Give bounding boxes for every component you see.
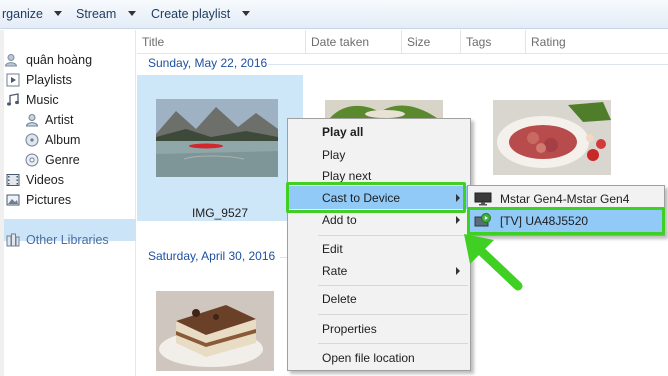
photo-thumbnail-lake[interactable] (156, 99, 278, 177)
navigation-pane: quân hoàng Playlists Music Artist Album (0, 30, 136, 376)
menu-item-open-file-location[interactable]: Open file location (322, 347, 415, 369)
column-header-bar: Title Date taken Size Tags Rating (137, 30, 668, 54)
menu-item-rate[interactable]: Rate (322, 260, 462, 282)
monitor-icon (474, 192, 492, 206)
nav-album-label: Album (45, 133, 81, 147)
create-playlist-label: Create playlist (151, 7, 231, 21)
group-divider (268, 64, 668, 65)
music-note-icon (7, 93, 19, 106)
chevron-down-icon (127, 11, 136, 16)
photo-thumbnail-cake[interactable] (156, 291, 274, 371)
menu-play-next-label: Play next (322, 169, 372, 183)
nav-music-label: Music (26, 93, 59, 107)
command-bar: rganize Stream Create playlist (0, 0, 668, 29)
menu-item-properties[interactable]: Properties (322, 318, 377, 340)
organize-label: rganize (2, 7, 43, 21)
nav-other-libraries-label: Other Libraries (26, 233, 109, 247)
column-size[interactable]: Size (401, 30, 460, 54)
album-disc-icon (25, 133, 39, 147)
photo-thumbnail-meat[interactable] (493, 100, 611, 175)
menu-edit-label: Edit (322, 242, 343, 256)
organize-menu[interactable]: rganize (2, 0, 63, 29)
column-rating[interactable]: Rating (525, 30, 668, 54)
group-header-date: Sunday, May 22, 2016 (148, 56, 268, 70)
column-date-taken[interactable]: Date taken (305, 30, 401, 54)
menu-separator (318, 343, 468, 344)
menu-add-to-label: Add to (322, 213, 357, 227)
group-header-date: Saturday, April 30, 2016 (148, 249, 276, 263)
user-icon (4, 54, 18, 67)
menu-properties-label: Properties (322, 322, 377, 336)
context-menu: Play all Play Play next Cast to Device A… (287, 118, 471, 371)
menu-separator (318, 314, 468, 315)
column-size-label: Size (407, 35, 431, 49)
column-title[interactable]: Title (137, 30, 305, 54)
photo-thumbnail-greens[interactable] (325, 100, 443, 118)
chevron-down-icon (241, 11, 250, 16)
menu-item-play[interactable]: Play (322, 144, 345, 166)
annotation-highlight-box (286, 182, 466, 213)
column-tags[interactable]: Tags (460, 30, 525, 54)
nav-videos-label: Videos (26, 173, 64, 187)
menu-item-play-all[interactable]: Play all (322, 121, 363, 143)
menu-rate-label: Rate (322, 264, 348, 278)
nav-pane-edge (0, 30, 4, 376)
nav-pictures-label: Pictures (26, 193, 72, 207)
picture-icon (6, 194, 20, 206)
menu-item-edit[interactable]: Edit (322, 238, 343, 260)
menu-separator (318, 235, 468, 236)
item-caption: IMG_9527 (191, 206, 249, 220)
menu-separator (318, 285, 468, 286)
menu-open-file-location-label: Open file location (322, 351, 415, 365)
genre-icon (25, 153, 39, 167)
column-title-label: Title (142, 35, 165, 49)
film-icon (6, 174, 20, 186)
stream-label: Stream (76, 7, 117, 21)
stream-menu[interactable]: Stream (76, 0, 136, 29)
artist-icon (25, 114, 39, 127)
libraries-icon (6, 233, 20, 247)
playlist-icon (6, 73, 20, 87)
column-rating-label: Rating (531, 35, 566, 49)
menu-play-label: Play (322, 148, 346, 162)
menu-play-all-label: Play all (322, 125, 364, 139)
nav-user-label: quân hoàng (26, 53, 93, 67)
nav-genre-label: Genre (45, 153, 80, 167)
submenu-arrow-icon (456, 216, 460, 224)
column-date-taken-label: Date taken (311, 35, 370, 49)
menu-delete-label: Delete (322, 292, 357, 306)
nav-artist-label: Artist (45, 113, 74, 127)
column-tags-label: Tags (466, 35, 492, 49)
nav-playlists-label: Playlists (26, 73, 72, 87)
chevron-down-icon (54, 11, 63, 16)
menu-item-delete[interactable]: Delete (322, 288, 357, 310)
create-playlist-menu[interactable]: Create playlist (151, 0, 250, 29)
annotation-arrow-icon (464, 234, 523, 291)
